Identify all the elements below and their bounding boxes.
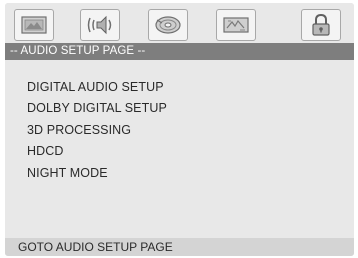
preferences-icon [223, 17, 249, 33]
status-bar: GOTO AUDIO SETUP PAGE [5, 238, 354, 256]
setup-menu-window: -- AUDIO SETUP PAGE -- DIGITAL AUDIO SET… [5, 3, 354, 256]
page-title: -- AUDIO SETUP PAGE -- [5, 43, 354, 60]
audio-icon [87, 15, 112, 35]
tab-password-setup[interactable] [301, 9, 341, 41]
tab-general-setup[interactable] [14, 9, 54, 41]
menu-item-night-mode[interactable]: NIGHT MODE [27, 166, 108, 180]
lock-icon [312, 13, 330, 36]
tab-video-setup[interactable] [148, 9, 188, 41]
menu-item-hdcd[interactable]: HDCD [27, 144, 64, 158]
menu-item-dolby-digital-setup[interactable]: DOLBY DIGITAL SETUP [27, 101, 167, 115]
icon-tab-bar [5, 3, 354, 43]
audio-setup-menu: DIGITAL AUDIO SETUP DOLBY DIGITAL SETUP … [5, 60, 354, 238]
picture-icon [21, 16, 47, 34]
menu-item-digital-audio-setup[interactable]: DIGITAL AUDIO SETUP [27, 80, 164, 94]
disc-icon [155, 16, 181, 34]
tab-preference-setup[interactable] [216, 9, 256, 41]
menu-item-3d-processing[interactable]: 3D PROCESSING [27, 123, 131, 137]
tab-audio-setup[interactable] [80, 9, 120, 41]
